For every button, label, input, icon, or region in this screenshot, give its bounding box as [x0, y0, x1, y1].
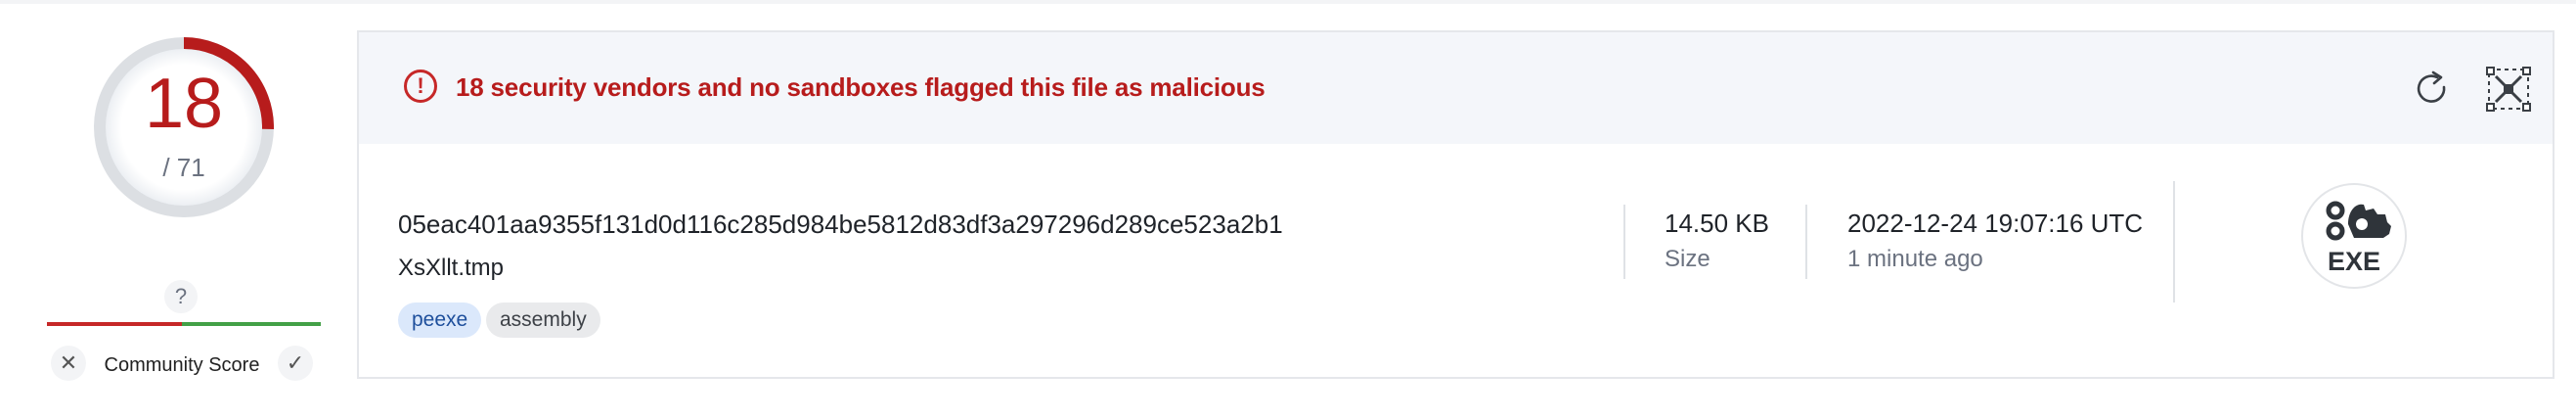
- divider: [2173, 181, 2175, 303]
- community-score-label: Community Score: [104, 354, 260, 376]
- tag-peexe[interactable]: peexe: [398, 303, 482, 338]
- divider: [1623, 205, 1625, 279]
- file-summary-card: ! 18 security vendors and no sandboxes f…: [357, 30, 2554, 379]
- analysis-date-relative: 1 minute ago: [1847, 246, 1983, 272]
- alert-icon: !: [404, 70, 437, 103]
- community-score-help[interactable]: ?: [164, 280, 198, 313]
- analysis-date: 2022-12-24 19:07:16 UTC: [1847, 209, 2144, 238]
- detection-alert-text: 18 security vendors and no sandboxes fla…: [456, 72, 1266, 102]
- detection-total: / 71: [162, 153, 205, 182]
- tag-assembly[interactable]: assembly: [486, 303, 600, 338]
- exe-icon-label: EXE: [2328, 247, 2380, 276]
- detection-alert-bar: ! 18 security vendors and no sandboxes f…: [359, 32, 2553, 144]
- file-name: XsXllt.tmp: [398, 255, 505, 281]
- community-score-bar: [47, 322, 321, 326]
- detection-count: 18: [144, 65, 224, 143]
- checkmark-icon[interactable]: ✓: [278, 346, 313, 381]
- community-score-negative-bar: [47, 322, 182, 326]
- divider: [1805, 205, 1807, 279]
- community-score-positive-bar: [182, 322, 321, 326]
- file-size-value: 14.50 KB: [1665, 209, 1769, 238]
- reanalyze-icon[interactable]: [2411, 68, 2454, 111]
- file-size-label: Size: [1665, 246, 1710, 272]
- exe-file-type-icon: EXE: [2301, 183, 2407, 289]
- similar-files-icon[interactable]: [2485, 66, 2532, 113]
- file-hash[interactable]: 05eac401aa9355f131d0d116c285d984be5812d8…: [398, 210, 1283, 240]
- page-top-band: [0, 0, 2576, 4]
- detection-score-gauge: 18 / 71: [84, 27, 284, 227]
- close-icon[interactable]: ✕: [51, 346, 86, 381]
